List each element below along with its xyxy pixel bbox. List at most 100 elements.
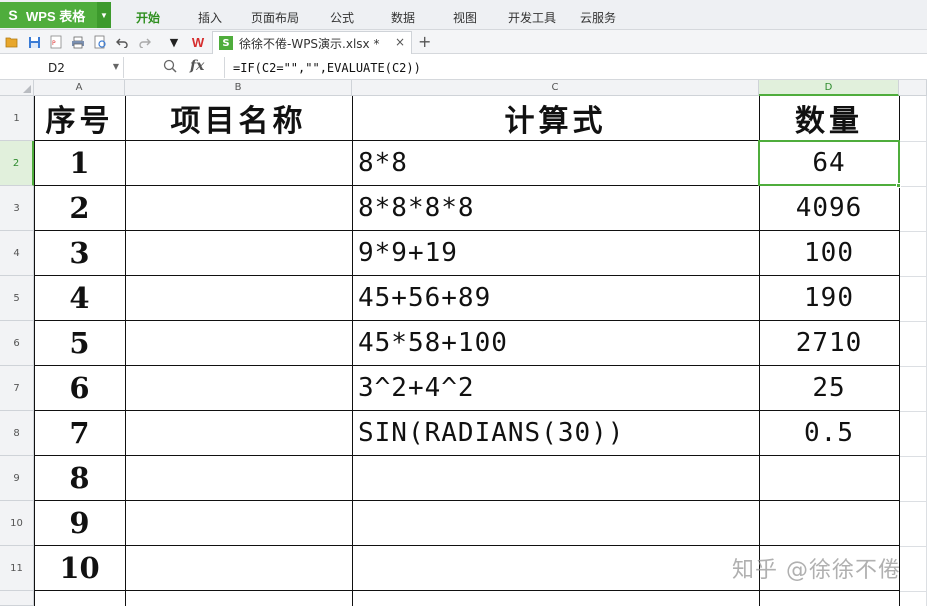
app-menu-dropdown-icon[interactable]: ▼ <box>97 2 111 28</box>
header-quantity-value: 数量 <box>795 104 863 139</box>
cell-quantity[interactable]: 190 <box>759 276 899 320</box>
row-header-6[interactable]: 6 <box>0 321 34 366</box>
menu-developer[interactable]: 开发工具 <box>508 9 556 26</box>
cell-expression[interactable]: 8*8 <box>352 141 759 185</box>
row-header-5[interactable]: 5 <box>0 276 34 321</box>
cell-expression[interactable] <box>352 456 759 500</box>
cell-item-name[interactable] <box>125 366 352 410</box>
header-quantity[interactable]: 数量 <box>759 96 899 140</box>
row-header-1[interactable]: 1 <box>0 96 34 141</box>
cell-expression[interactable]: 3^2+4^2 <box>352 366 759 410</box>
cell-quantity[interactable]: 64 <box>759 141 899 185</box>
wps-logo-icon: S <box>8 7 18 23</box>
open-folder-icon[interactable] <box>4 34 20 50</box>
menu-insert[interactable]: 插入 <box>198 9 222 26</box>
cell-quantity[interactable]: 4096 <box>759 186 899 230</box>
document-tab[interactable]: S 徐徐不倦-WPS演示.xlsx * × <box>212 31 412 54</box>
cell-quantity[interactable]: 0.5 <box>759 411 899 455</box>
row-header-9[interactable]: 9 <box>0 456 34 501</box>
insert-function-icon[interactable]: fx <box>190 58 204 74</box>
cell-quantity[interactable]: 2710 <box>759 321 899 365</box>
cell-item-name[interactable] <box>125 411 352 455</box>
cell-serial-no-value: 1 <box>69 146 90 180</box>
cell-item-name[interactable] <box>125 546 352 590</box>
cell-item-name[interactable] <box>125 186 352 230</box>
cell-item-name[interactable] <box>125 276 352 320</box>
select-all-corner[interactable] <box>0 80 34 96</box>
cell-expression[interactable]: SIN(RADIANS(30)) <box>352 411 759 455</box>
cell-item-name[interactable] <box>125 321 352 365</box>
column-header-b[interactable]: B <box>125 80 352 96</box>
row-header-11[interactable]: 11 <box>0 546 34 591</box>
cell-serial-no[interactable]: 3 <box>34 231 125 275</box>
quick-access-toolbar: P ▼ W S 徐徐不倦-WPS演示.xlsx * × + <box>0 30 927 54</box>
cell-serial-no[interactable]: 7 <box>34 411 125 455</box>
name-box-dropdown-icon[interactable]: ▼ <box>113 62 119 71</box>
name-box[interactable]: D2 ▼ <box>0 57 124 78</box>
cell-expression-value: 8*8 <box>358 148 408 178</box>
row-header-10[interactable]: 10 <box>0 501 34 546</box>
cell-serial-no[interactable]: 1 <box>34 141 125 185</box>
menu-formulas[interactable]: 公式 <box>330 9 354 26</box>
cell-item-name[interactable] <box>125 501 352 545</box>
menu-view[interactable]: 视图 <box>453 9 477 26</box>
cell-expression[interactable] <box>352 501 759 545</box>
print-icon[interactable] <box>70 34 86 50</box>
menu-data[interactable]: 数据 <box>391 9 415 26</box>
new-tab-icon[interactable]: + <box>418 32 431 51</box>
menu-page-layout[interactable]: 页面布局 <box>251 9 299 26</box>
row-header-4[interactable]: 4 <box>0 231 34 276</box>
row-header-3[interactable]: 3 <box>0 186 34 231</box>
wps-w-icon[interactable]: W <box>190 34 206 50</box>
cell-serial-no[interactable]: 6 <box>34 366 125 410</box>
spreadsheet-file-icon: S <box>219 36 233 50</box>
print-preview-icon[interactable] <box>92 34 108 50</box>
cell-serial-no[interactable]: 9 <box>34 501 125 545</box>
row-header-7[interactable]: 7 <box>0 366 34 411</box>
cell-expression[interactable]: 9*9+19 <box>352 231 759 275</box>
save-icon[interactable] <box>26 34 42 50</box>
column-header-d[interactable]: D <box>759 80 899 96</box>
close-tab-icon[interactable]: × <box>395 35 405 49</box>
cell-expression[interactable]: 8*8*8*8 <box>352 186 759 230</box>
undo-icon[interactable] <box>114 34 130 50</box>
cell-expression[interactable]: 45*58+100 <box>352 321 759 365</box>
app-menu-button[interactable]: S WPS 表格 ▼ <box>0 2 111 28</box>
more-dropdown-icon[interactable]: ▼ <box>166 34 182 50</box>
cell-quantity[interactable] <box>759 501 899 545</box>
cell-quantity[interactable]: 25 <box>759 366 899 410</box>
header-serial-no[interactable]: 序号 <box>34 96 125 140</box>
cell-serial-no[interactable]: 2 <box>34 186 125 230</box>
zoom-search-icon[interactable] <box>163 59 177 77</box>
row-header-2[interactable]: 2 <box>0 141 34 186</box>
cell-item-name[interactable] <box>125 231 352 275</box>
cell-expression[interactable] <box>352 546 759 590</box>
cell-serial-no[interactable]: 4 <box>34 276 125 320</box>
column-header-a[interactable]: A <box>34 80 125 96</box>
cell-quantity-value: 64 <box>812 148 846 178</box>
header-expression[interactable]: 计算式 <box>352 96 759 140</box>
cell-expression[interactable]: 45+56+89 <box>352 276 759 320</box>
formula-bar: D2 ▼ fx =IF(C2="","",EVALUATE(C2)) <box>0 55 927 80</box>
app-name: WPS 表格 <box>26 8 86 24</box>
header-item-name[interactable]: 项目名称 <box>125 96 352 140</box>
fill-handle[interactable] <box>896 183 901 188</box>
cell-serial-no[interactable]: 10 <box>34 546 125 590</box>
menu-home[interactable]: 开始 <box>136 9 160 26</box>
row-header-8[interactable]: 8 <box>0 411 34 456</box>
cell-item-name[interactable] <box>125 141 352 185</box>
gridline <box>899 321 927 322</box>
formula-input[interactable]: =IF(C2="","",EVALUATE(C2)) <box>224 57 927 78</box>
gridline <box>899 456 927 457</box>
cell-item-name[interactable] <box>125 456 352 500</box>
pdf-export-icon[interactable]: P <box>48 34 64 50</box>
cell-quantity[interactable] <box>759 456 899 500</box>
cell-serial-no[interactable]: 5 <box>34 321 125 365</box>
spreadsheet-grid[interactable]: A B C D 1 2 3 4 5 6 7 8 9 10 11 序号 项目名称 计算式 数量 1 8*8 64 2 8*8*8… <box>0 80 927 606</box>
redo-icon[interactable] <box>136 34 152 50</box>
cell-quantity[interactable]: 100 <box>759 231 899 275</box>
menu-cloud[interactable]: 云服务 <box>580 9 616 26</box>
column-header-c[interactable]: C <box>352 80 759 96</box>
cell-serial-no[interactable]: 8 <box>34 456 125 500</box>
watermark: 知乎 @徐徐不倦 <box>732 558 901 583</box>
